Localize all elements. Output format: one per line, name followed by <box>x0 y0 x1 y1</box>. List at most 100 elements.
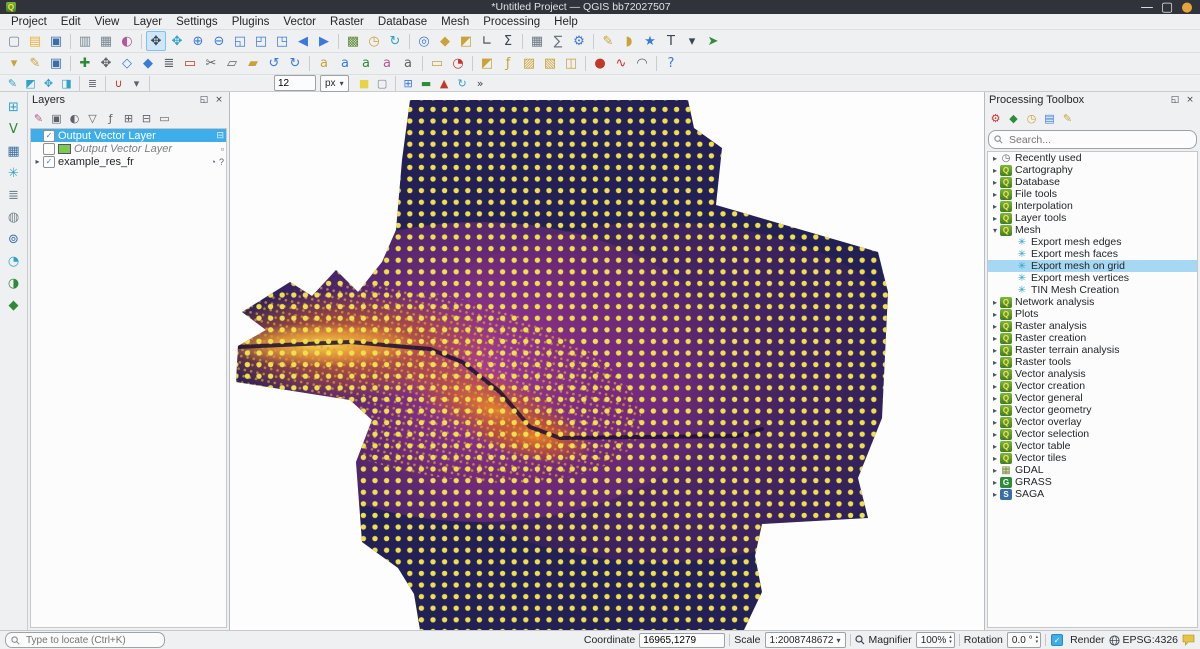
vertex-tool-active-layer[interactable]: ◆ <box>138 54 158 74</box>
toolbox-item-vector-overlay[interactable]: ▸QVector overlay <box>988 416 1197 428</box>
layer-visibility-checkbox[interactable]: ✓ <box>43 130 55 142</box>
remove-layer[interactable]: ▭ <box>156 110 173 127</box>
tree-expand-arrow[interactable]: ▸ <box>990 490 1000 499</box>
zoom-next[interactable]: ▶ <box>314 31 334 51</box>
paste-features[interactable]: ▰ <box>243 54 263 74</box>
toolbox-item-raster-terrain-analysis[interactable]: ▸QRaster terrain analysis <box>988 344 1197 356</box>
run-feature-action[interactable]: ◆ <box>435 31 455 51</box>
select-mesh-by-rect[interactable]: ◩ <box>22 75 39 91</box>
new-3d-map-view[interactable]: ▩ <box>343 31 363 51</box>
select-all[interactable]: ▧ <box>540 54 560 74</box>
toolbox-item-vector-table[interactable]: ▸QVector table <box>988 440 1197 452</box>
toolbox-item-mesh[interactable]: ▾QMesh <box>988 224 1197 236</box>
snapping-toggle[interactable]: ∪ <box>110 75 127 91</box>
results-viewer[interactable]: ▤ <box>1041 110 1058 127</box>
crs-indicator[interactable]: EPSG:4326 <box>1109 634 1178 646</box>
tree-expand-arrow[interactable]: ▸ <box>990 346 1000 355</box>
zoom-in[interactable]: ⊕ <box>188 31 208 51</box>
toolbox-item-export-mesh-edges[interactable]: ✳Export mesh edges <box>988 236 1197 248</box>
cut-features[interactable]: ✂ <box>201 54 221 74</box>
zoom-to-selection[interactable]: ◰ <box>251 31 271 51</box>
manage-map-themes[interactable]: ◐ <box>66 110 83 127</box>
spinner-arrows[interactable]: ▴ ▾ <box>1036 635 1039 645</box>
statistical-summary[interactable]: Σ <box>498 31 518 51</box>
close-panel-button[interactable]: × <box>213 95 225 105</box>
toolbox-item-raster-analysis[interactable]: ▸QRaster analysis <box>988 320 1197 332</box>
close-button[interactable]: ● <box>1180 2 1194 13</box>
highlight-pinned-labels[interactable]: a <box>335 54 355 74</box>
layer-expand-arrow[interactable]: ▸ <box>33 157 42 166</box>
move-label[interactable]: a <box>356 54 376 74</box>
tree-expand-arrow[interactable]: ▸ <box>990 322 1000 331</box>
python-console[interactable]: ➤ <box>703 31 723 51</box>
minimize-button[interactable]: — <box>1140 2 1154 13</box>
vertex-tool[interactable]: ◇ <box>117 54 137 74</box>
tree-expand-arrow[interactable]: ▸ <box>990 358 1000 367</box>
menu-plugins[interactable]: Plugins <box>225 15 277 29</box>
move-feature[interactable]: ✥ <box>96 54 116 74</box>
magnifier-spinner[interactable]: 100% ▴ ▾ <box>916 632 955 648</box>
add-wms-layer[interactable]: ◔ <box>4 252 24 271</box>
render-checkbox[interactable]: ✓ <box>1051 634 1063 646</box>
locate-box[interactable] <box>5 632 165 648</box>
circular-string[interactable]: ◠ <box>632 54 652 74</box>
label-font-size-input[interactable] <box>274 75 316 91</box>
add-delimited-text-layer[interactable]: ≣ <box>4 186 24 205</box>
expand-all[interactable]: ⊞ <box>120 110 137 127</box>
toolbox-item-interpolation[interactable]: ▸QInterpolation <box>988 200 1197 212</box>
collapse-all[interactable]: ⊟ <box>138 110 155 127</box>
refresh-map[interactable]: ↻ <box>385 31 405 51</box>
toolbox-item-export-mesh-faces[interactable]: ✳Export mesh faces <box>988 248 1197 260</box>
menu-processing[interactable]: Processing <box>476 15 547 29</box>
map-canvas[interactable] <box>230 92 984 630</box>
tree-expand-arrow[interactable]: ▸ <box>990 442 1000 451</box>
toolbox-item-network-analysis[interactable]: ▸QNetwork analysis <box>988 296 1197 308</box>
tree-expand-arrow[interactable]: ▸ <box>990 166 1000 175</box>
data-source-manager[interactable]: ⊞ <box>4 98 24 117</box>
add-wfs-layer[interactable]: ◑ <box>4 274 24 293</box>
messages-icon[interactable] <box>1182 634 1195 646</box>
toolbox-item-layer-tools[interactable]: ▸QLayer tools <box>988 212 1197 224</box>
toolbox-item-saga[interactable]: ▸SSAGA <box>988 488 1197 500</box>
menu-view[interactable]: View <box>88 15 127 29</box>
select-by-rectangle[interactable]: ◩ <box>477 54 497 74</box>
titlebar[interactable]: Q *Untitled Project — QGIS bb72027507 —▢… <box>0 0 1200 14</box>
zoom-to-layer[interactable]: ◳ <box>272 31 292 51</box>
edit-features-in-place[interactable]: ✎ <box>1059 110 1076 127</box>
help-contents[interactable]: ? <box>661 54 681 74</box>
refresh-attributes[interactable]: ↻ <box>454 75 471 91</box>
toolbox-item-plots[interactable]: ▸QPlots <box>988 308 1197 320</box>
processing-options[interactable]: ⚙ <box>987 110 1004 127</box>
decoration-grid[interactable]: ⊞ <box>400 75 417 91</box>
toolbox-search-input[interactable] <box>1007 133 1191 147</box>
add-mesh-layer[interactable]: ✳ <box>4 164 24 183</box>
close-panel-button[interactable]: × <box>1184 95 1196 105</box>
toolbox-item-vector-analysis[interactable]: ▸QVector analysis <box>988 368 1197 380</box>
zoom-last[interactable]: ◀ <box>293 31 313 51</box>
decoration-scalebar[interactable]: ▬ <box>418 75 435 91</box>
digitize-curve[interactable]: ● <box>590 54 610 74</box>
tree-expand-arrow[interactable]: ▸ <box>990 178 1000 187</box>
toolbox-item-vector-selection[interactable]: ▸QVector selection <box>988 428 1197 440</box>
open-project[interactable]: ▤ <box>25 31 45 51</box>
tree-expand-arrow[interactable]: ▾ <box>990 226 1000 235</box>
toolbox-item-vector-geometry[interactable]: ▸QVector geometry <box>988 404 1197 416</box>
menu-layer[interactable]: Layer <box>126 15 169 29</box>
tree-expand-arrow[interactable]: ▸ <box>990 478 1000 487</box>
pan-to-selection[interactable]: ✥ <box>167 31 187 51</box>
force-by-selected[interactable]: ◨ <box>58 75 75 91</box>
select-features[interactable]: ◩ <box>456 31 476 51</box>
save-project[interactable]: ▣ <box>46 31 66 51</box>
overflow-menu[interactable]: » <box>472 75 489 91</box>
tree-expand-arrow[interactable]: ▸ <box>990 214 1000 223</box>
label-shadow[interactable]: ▢ <box>374 75 391 91</box>
temporal-controller[interactable]: ◷ <box>364 31 384 51</box>
add-vector-layer[interactable]: V <box>4 120 24 139</box>
redo[interactable]: ↻ <box>285 54 305 74</box>
toolbox-item-grass[interactable]: ▸GGRASS <box>988 476 1197 488</box>
toolbox-item-database[interactable]: ▸QDatabase <box>988 176 1197 188</box>
menu-mesh[interactable]: Mesh <box>434 15 476 29</box>
deselect-all[interactable]: ▨ <box>519 54 539 74</box>
filter-legend[interactable]: ▽ <box>84 110 101 127</box>
coordinate-input[interactable] <box>639 633 725 648</box>
